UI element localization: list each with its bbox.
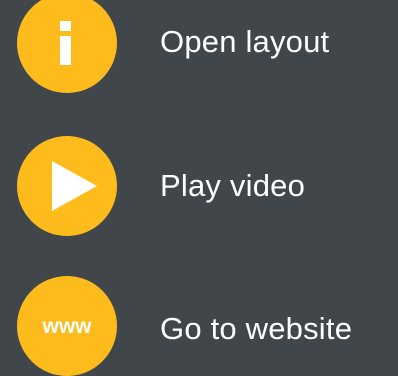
www-icon[interactable]: www xyxy=(17,276,117,376)
go-to-website-item[interactable]: www Go to website xyxy=(0,270,398,376)
play-video-label: Play video xyxy=(160,168,306,203)
info-icon[interactable] xyxy=(17,0,117,93)
play-video-item[interactable]: Play video xyxy=(0,136,398,237)
play-icon[interactable] xyxy=(17,136,117,236)
open-layout-item[interactable]: Open layout xyxy=(0,0,398,100)
go-to-website-label: Go to website xyxy=(160,311,353,346)
www-icon-text: www xyxy=(42,315,92,338)
open-layout-label: Open layout xyxy=(160,24,330,59)
